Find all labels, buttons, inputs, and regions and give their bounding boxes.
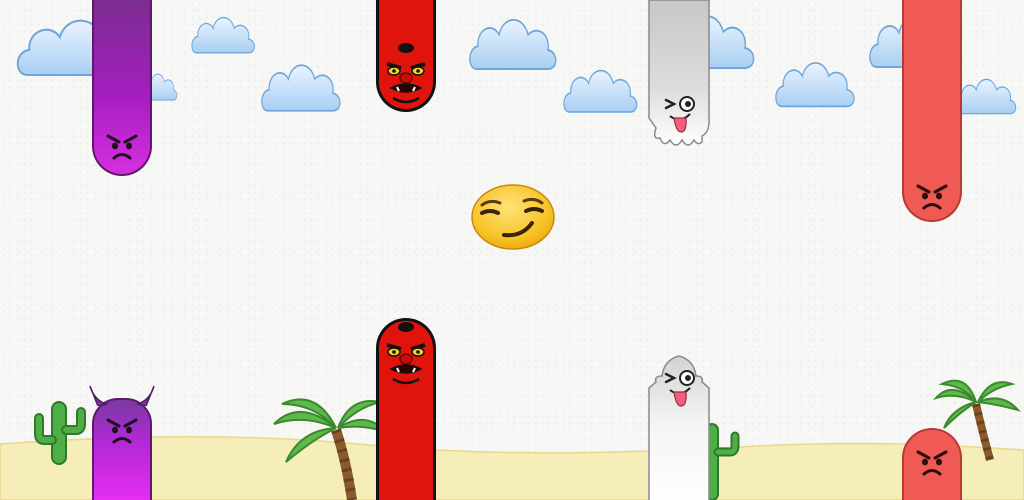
ghost-icon: [648, 355, 710, 500]
obstacle-top-ghost: [648, 0, 710, 150]
obstacle-bottom-ghost: [648, 352, 710, 500]
obstacle-top-angry: [92, 0, 152, 176]
angry-face-icon: [106, 134, 138, 160]
obstacle-bottom-goblin: [376, 318, 436, 500]
devil-horns-icon: [89, 385, 155, 406]
player-smirk-emoji-icon[interactable]: [470, 183, 556, 251]
goblin-mask-icon: [386, 322, 426, 385]
game-stage[interactable]: [0, 0, 1024, 500]
goblin-mask-icon: [386, 43, 426, 104]
angry-face-icon: [916, 450, 948, 476]
angry-face-icon: [106, 418, 138, 444]
obstacle-bottom-angry: [902, 428, 962, 500]
angry-face-icon: [916, 184, 948, 210]
obstacle-bottom-devil: [89, 385, 155, 500]
obstacle-top-goblin: [376, 0, 436, 112]
ghost-icon: [648, 0, 710, 146]
obstacle-top-angry: [902, 0, 962, 222]
